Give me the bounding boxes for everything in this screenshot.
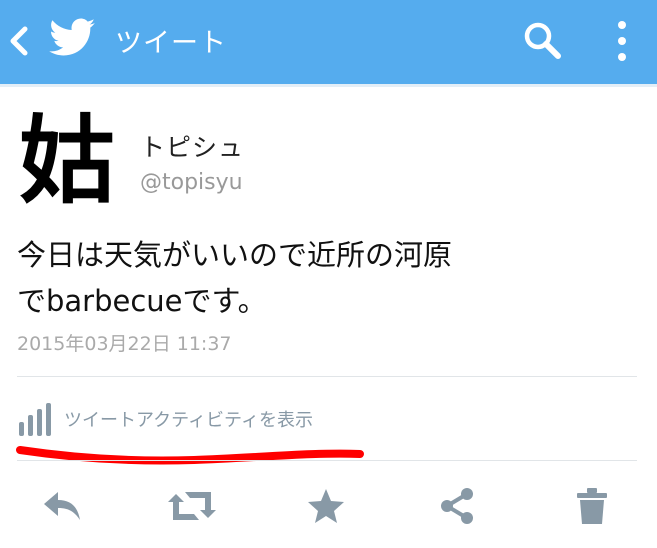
retweet-icon bbox=[168, 492, 216, 520]
delete-trash-icon bbox=[577, 488, 607, 524]
view-tweet-activity-link[interactable]: ツイートアクティビティを表示 bbox=[64, 406, 313, 432]
reply-icon bbox=[44, 492, 80, 520]
more-vertical-icon[interactable] bbox=[612, 17, 632, 65]
retweet-button[interactable] bbox=[166, 478, 218, 534]
favorite-button[interactable] bbox=[300, 478, 352, 534]
favorite-star-icon bbox=[308, 489, 344, 523]
avatar[interactable]: 姑 bbox=[16, 112, 118, 210]
search-icon[interactable] bbox=[522, 20, 562, 60]
divider bbox=[17, 460, 637, 461]
top-app-bar: ツイート bbox=[0, 0, 657, 87]
back-arrow-icon[interactable] bbox=[6, 24, 32, 58]
display-name[interactable]: トピシュ bbox=[140, 128, 244, 164]
tweet-text: 今日は天気がいいので近所の河原 でbarbecueです。 bbox=[17, 232, 617, 324]
twitter-bird-icon[interactable] bbox=[49, 18, 97, 60]
tweet-timestamp: 2015年03月22日 11:37 bbox=[17, 333, 232, 355]
tweet-action-bar bbox=[0, 478, 657, 538]
share-icon bbox=[441, 488, 473, 524]
reply-button[interactable] bbox=[36, 478, 88, 534]
red-underline-annotation bbox=[16, 446, 364, 465]
tweet-text-line-2: でbarbecueです。 bbox=[17, 284, 267, 318]
user-handle[interactable]: @topisyu bbox=[140, 170, 243, 195]
tweet-text-line-1: 今日は天気がいいので近所の河原 bbox=[17, 238, 453, 272]
share-button[interactable] bbox=[431, 478, 483, 534]
page-title: ツイート bbox=[115, 28, 227, 59]
delete-button[interactable] bbox=[566, 478, 618, 534]
activity-bars-icon[interactable] bbox=[17, 402, 53, 438]
divider bbox=[17, 376, 637, 377]
